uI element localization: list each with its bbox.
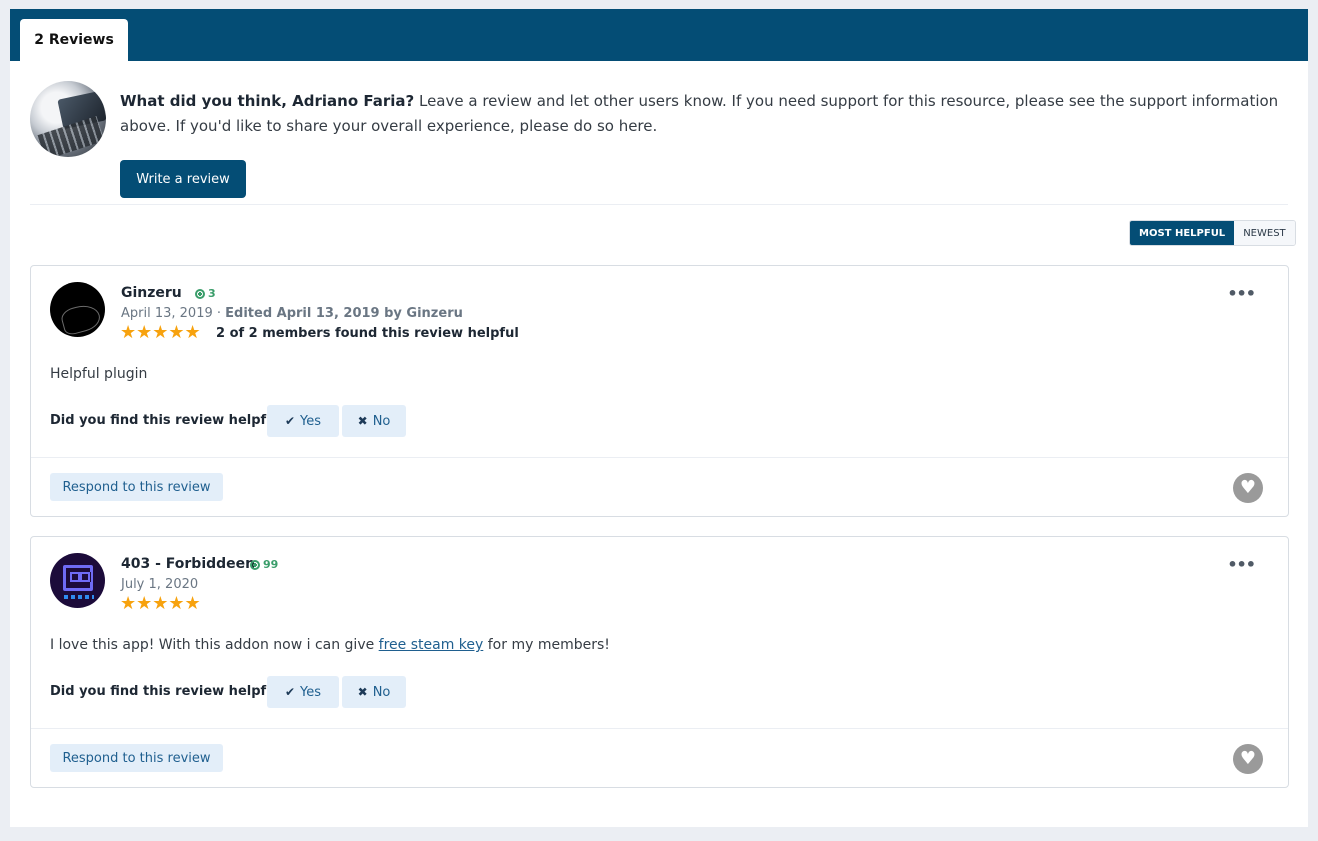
review-edited-text: Edited April 13, 2019 by Ginzeru [225,306,463,321]
plus-circle-icon [195,288,205,299]
reviews-panel: 2 Reviews What did you think, Adriano Fa… [10,9,1308,827]
respond-button[interactable]: Respond to this review [50,473,223,501]
avatar[interactable] [50,553,105,608]
helpful-question: Did you find this review helpful? [50,684,288,699]
write-review-button[interactable]: Write a review [120,160,246,198]
review-prompt-question: What did you think, Adriano Faria? [120,92,415,110]
current-user-avatar[interactable] [30,81,106,157]
star-rating: ★★★★★ [120,595,201,613]
review-card: Ginzeru 3 April 13, 2019 · Edited April … [30,265,1289,517]
helpful-question: Did you find this review helpful? [50,413,288,428]
avatar[interactable] [50,282,105,337]
vote-no-label: No [372,413,391,429]
review-card: 403 - Forbiddeen 99 July 1, 2020 ★★★★★ •… [30,536,1289,788]
vote-no-label: No [372,684,391,700]
vote-yes-label: Yes [300,413,322,429]
review-date: July 1, 2020 [121,577,198,592]
helpful-count: 2 of 2 members found this review helpful [216,326,519,341]
review-body-text: I love this app! With this addon now i c… [50,637,379,653]
vote-yes-label: Yes [300,684,322,700]
divider [31,728,1288,729]
reputation-count: 99 [263,558,279,571]
sort-toggle: MOST HELPFUL NEWEST [1129,220,1296,246]
divider [31,457,1288,458]
check-icon: ✔ [284,414,296,428]
more-options-icon[interactable]: ••• [1227,284,1256,303]
review-body-text: Helpful plugin [50,366,148,382]
stars-icon: ★★★★★ [120,593,201,614]
tab-reviews[interactable]: 2 Reviews [20,19,128,61]
review-body-link[interactable]: free steam key [379,637,484,653]
sort-newest-button[interactable]: NEWEST [1234,221,1295,245]
respond-button[interactable]: Respond to this review [50,744,223,772]
reputation-badge: 99 [250,558,278,571]
review-date: April 13, 2019 · Edited April 13, 2019 b… [121,306,463,321]
vote-no-button[interactable]: ✖ No [342,676,406,708]
close-icon: ✖ [357,685,368,699]
check-icon: ✔ [284,685,296,699]
review-author[interactable]: Ginzeru [121,285,182,301]
vote-yes-button[interactable]: ✔ Yes [267,676,339,708]
stars-icon: ★★★★★ [120,322,201,343]
review-body: I love this app! With this addon now i c… [50,637,610,653]
review-date-text: April 13, 2019 · [121,306,226,321]
heart-icon[interactable]: ♥ [1233,744,1263,774]
review-prompt: What did you think, Adriano Faria? Leave… [30,71,1288,205]
vote-yes-button[interactable]: ✔ Yes [267,405,339,437]
review-prompt-text: What did you think, Adriano Faria? Leave… [120,89,1280,139]
heart-icon[interactable]: ♥ [1233,473,1263,503]
review-date-text: July 1, 2020 [121,577,199,592]
review-body: Helpful plugin [50,366,147,382]
sort-most-helpful-button[interactable]: MOST HELPFUL [1130,221,1235,245]
review-body-text-end: for my members! [483,637,610,653]
close-icon: ✖ [357,414,368,428]
vote-no-button[interactable]: ✖ No [342,405,406,437]
more-options-icon[interactable]: ••• [1227,555,1256,574]
reputation-count: 3 [208,287,216,300]
plus-circle-icon [250,559,260,570]
star-rating: ★★★★★ [120,324,201,342]
tab-bar: 2 Reviews [10,9,1308,61]
reputation-badge: 3 [195,287,216,300]
review-author[interactable]: 403 - Forbiddeen [121,556,255,572]
